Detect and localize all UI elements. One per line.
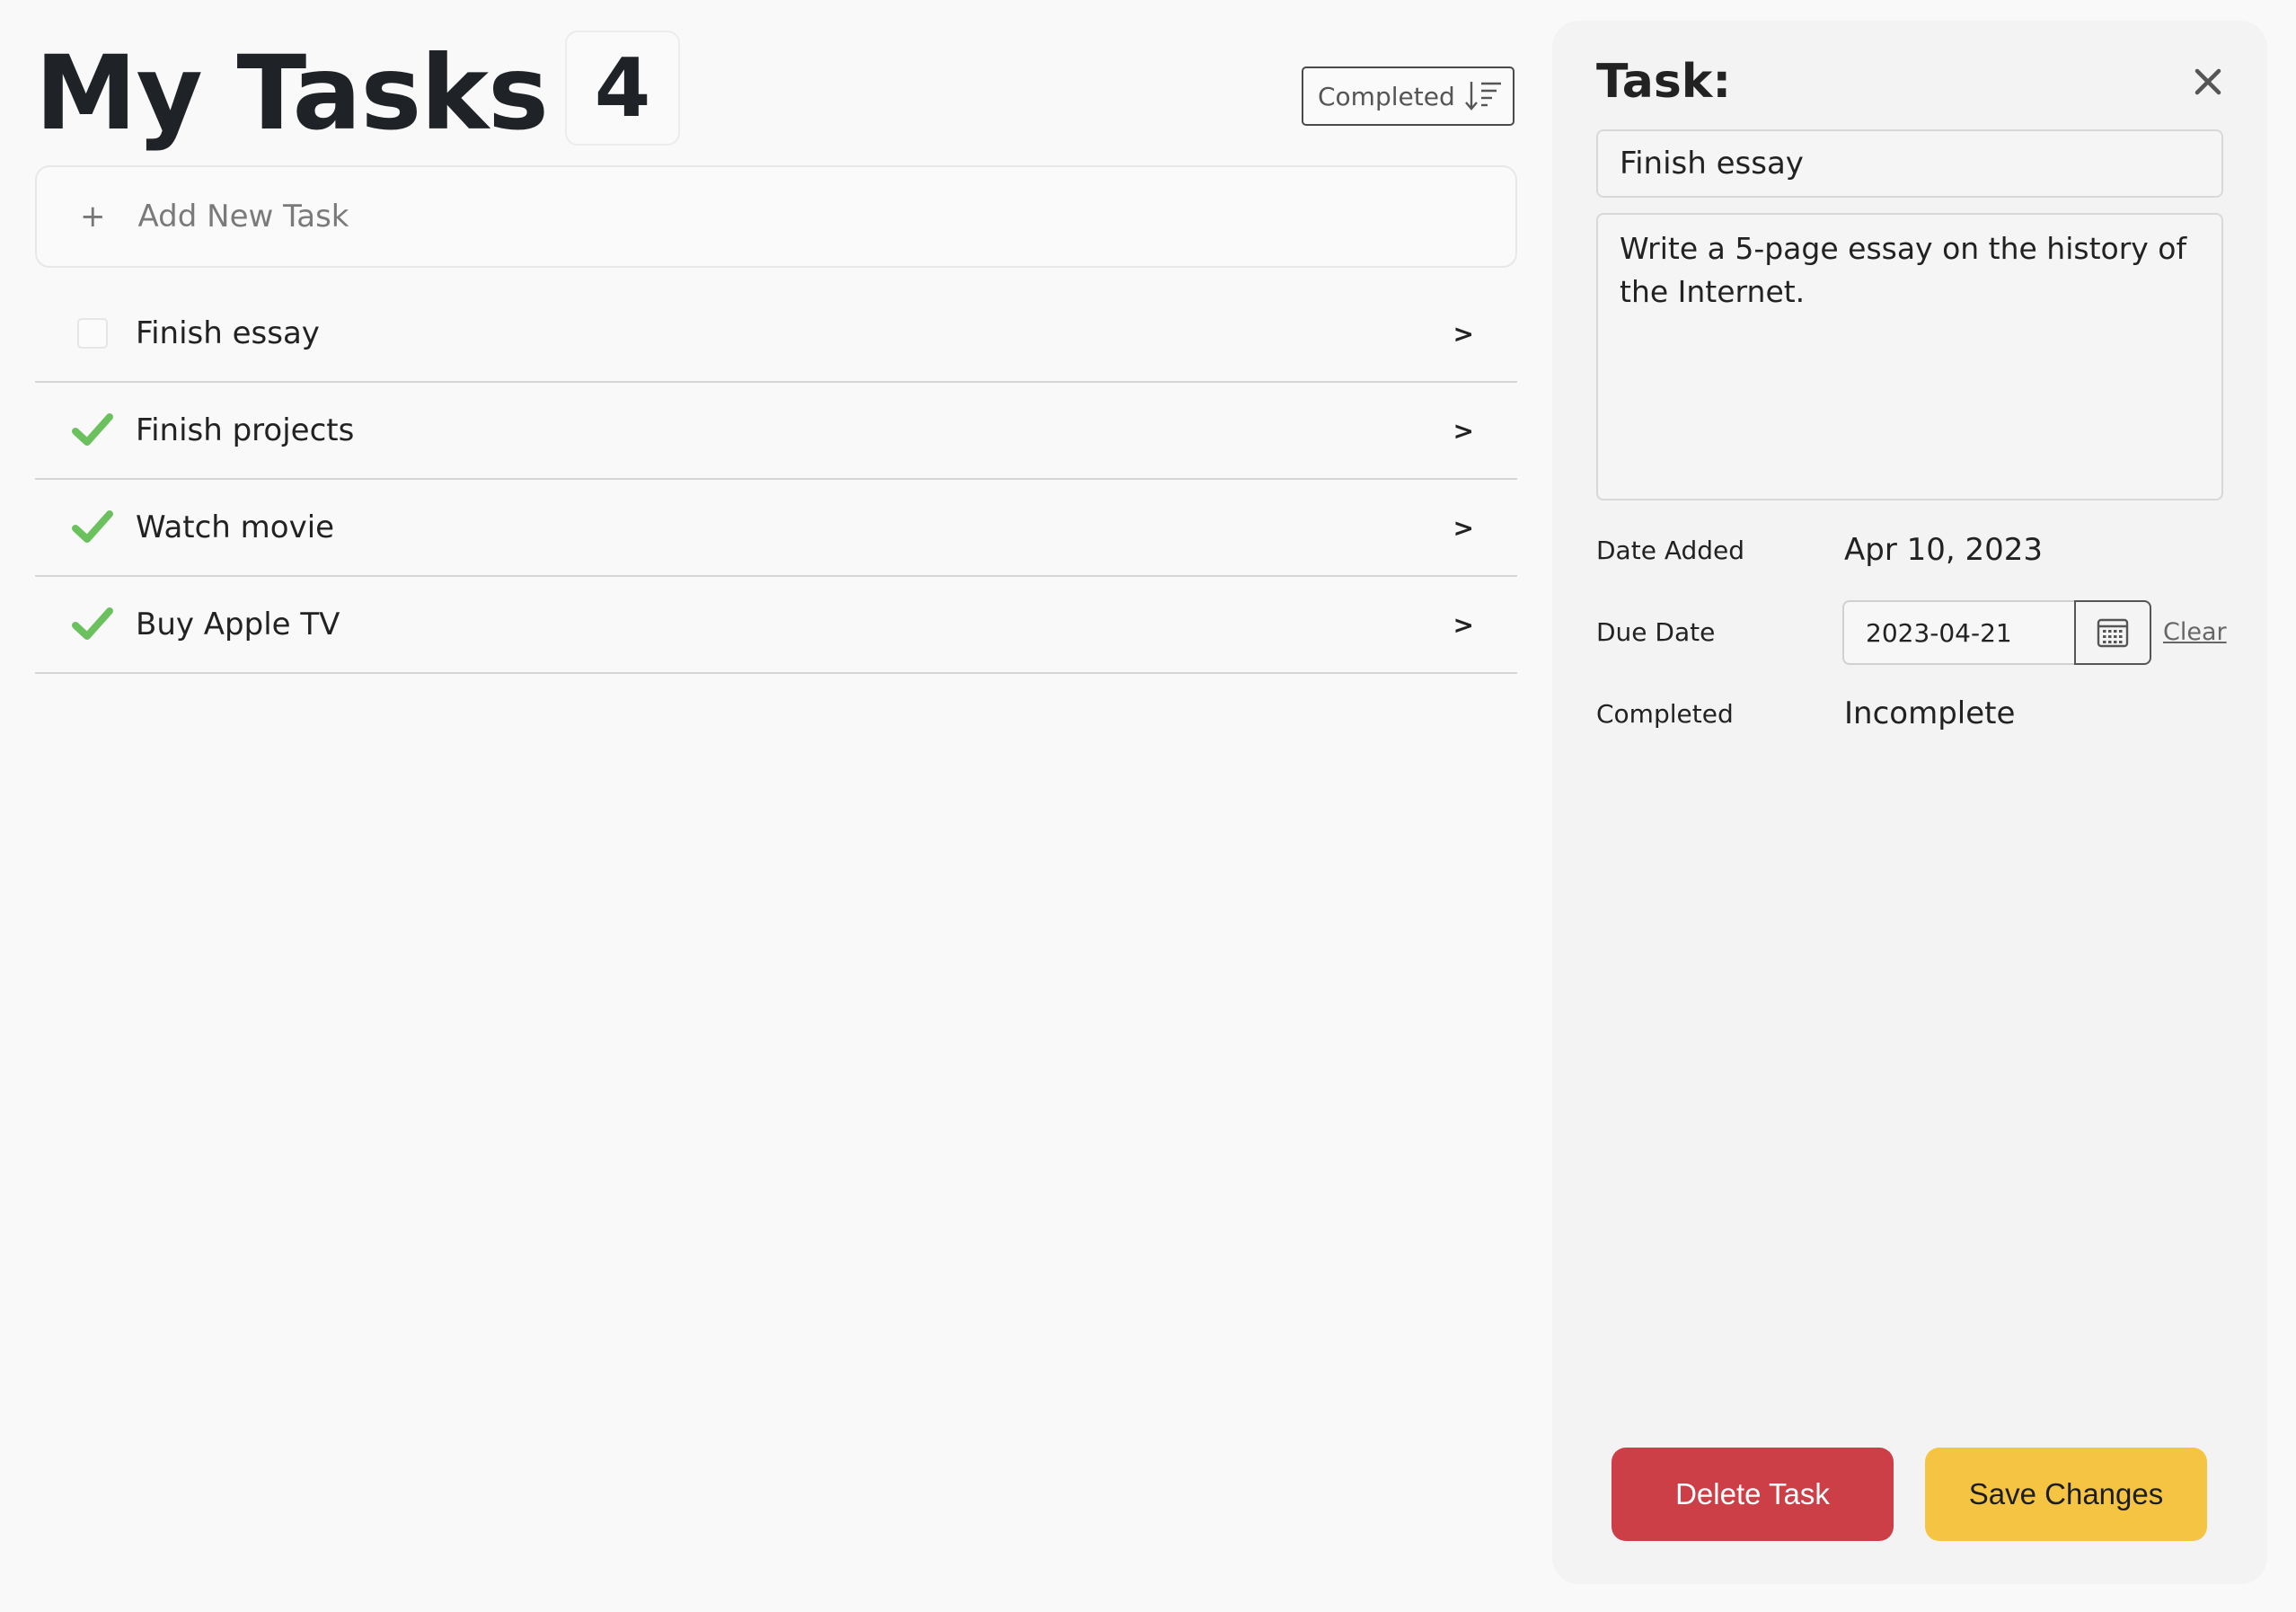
task-checkbox[interactable] xyxy=(71,312,114,355)
save-changes-button[interactable]: Save Changes xyxy=(1925,1448,2207,1541)
checkmark-icon[interactable] xyxy=(71,603,114,646)
task-detail-panel: Task: Write a 5-page essay on the histor… xyxy=(1552,21,2267,1584)
due-date-label: Due Date xyxy=(1596,617,1716,647)
due-date-field[interactable] xyxy=(1842,600,2074,665)
page-title: My Tasks xyxy=(35,33,549,153)
task-label: Buy Apple TV xyxy=(136,607,340,642)
add-new-task-placeholder: Add New Task xyxy=(137,199,349,235)
task-row[interactable]: Buy Apple TV > xyxy=(35,577,1517,674)
completed-status-value: Incomplete xyxy=(1844,695,2016,731)
delete-task-button[interactable]: Delete Task xyxy=(1612,1448,1894,1541)
task-label: Watch movie xyxy=(136,509,335,545)
task-row[interactable]: Watch movie > xyxy=(35,480,1517,577)
chevron-right-icon[interactable]: > xyxy=(1453,513,1474,543)
checkmark-icon[interactable] xyxy=(71,409,114,452)
add-new-task-input[interactable]: + Add New Task xyxy=(35,165,1517,268)
due-date-picker xyxy=(1842,600,2151,665)
empty-checkbox-icon xyxy=(77,318,108,349)
sort-descending-icon xyxy=(1464,82,1501,111)
chevron-right-icon[interactable]: > xyxy=(1453,416,1474,446)
sort-button-label: Completed xyxy=(1318,81,1455,111)
chevron-right-icon[interactable]: > xyxy=(1453,610,1474,640)
date-added-label: Date Added xyxy=(1596,536,1745,565)
task-count-badge: 4 xyxy=(565,31,680,146)
task-label: Finish essay xyxy=(136,315,320,351)
sort-button[interactable]: Completed xyxy=(1302,66,1514,126)
task-list: Finish essay > Finish projects > Watch movie… xyxy=(35,286,1517,674)
task-row[interactable]: Finish essay > xyxy=(35,286,1517,383)
detail-title: Task: xyxy=(1596,55,1732,109)
clear-due-date-link[interactable]: Clear xyxy=(2163,618,2227,646)
app: My Tasks 4 Completed + Add New Task Fini… xyxy=(0,0,2296,1612)
chevron-right-icon[interactable]: > xyxy=(1453,319,1474,349)
task-row[interactable]: Finish projects > xyxy=(35,383,1517,480)
checkmark-icon[interactable] xyxy=(71,506,114,549)
task-name-field[interactable] xyxy=(1596,129,2223,198)
task-description-field[interactable]: Write a 5-page essay on the history of t… xyxy=(1596,213,2223,500)
completed-label: Completed xyxy=(1596,699,1734,729)
date-added-value: Apr 10, 2023 xyxy=(1844,532,2044,568)
calendar-icon xyxy=(2097,618,2129,648)
task-label: Finish projects xyxy=(136,412,355,448)
calendar-button[interactable] xyxy=(2074,600,2151,665)
plus-icon: + xyxy=(80,199,106,235)
close-icon[interactable] xyxy=(2188,62,2228,102)
